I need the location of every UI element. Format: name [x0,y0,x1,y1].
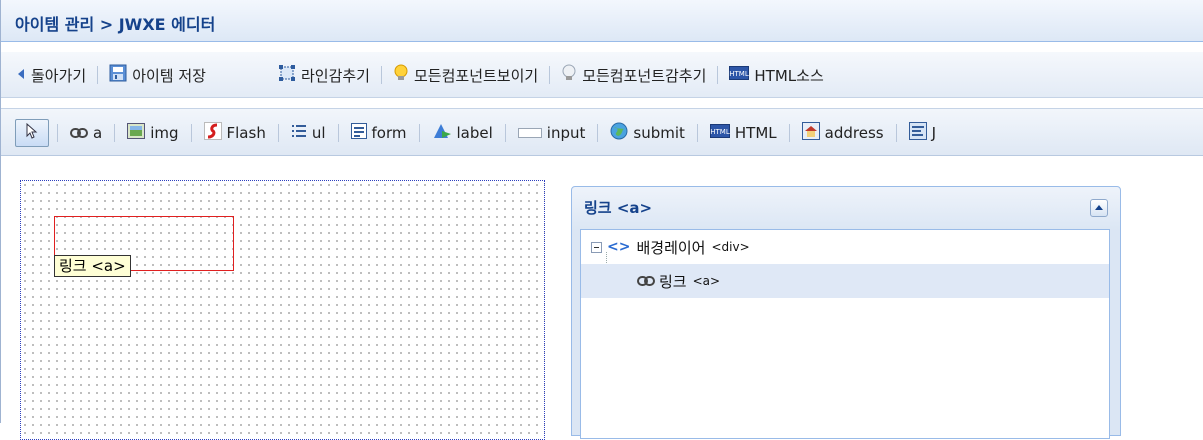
toolbar-separator [696,124,698,142]
label-label: label [456,124,493,142]
flash-icon [203,122,222,144]
toolbar-separator [504,124,506,142]
toolbar-separator [717,66,719,84]
toolbar-separator [788,124,790,142]
toolbar-separator [418,124,420,142]
script-button[interactable]: J [905,119,940,147]
tree-node-link[interactable]: 링크 <a> [581,264,1109,298]
flash-label: Flash [226,124,266,142]
html-source-button[interactable]: HTML HTML소스 [726,63,826,87]
window-title: 아이템 관리 > JWXE 에디터 [15,15,216,34]
html-source-icon: HTML [729,66,750,84]
hide-lines-button[interactable]: 라인감추기 [275,63,373,87]
image-icon [127,123,146,143]
toolbar-separator [895,124,897,142]
svg-text:HTML: HTML [730,70,750,78]
list-icon [291,123,307,143]
address-button[interactable]: address [798,119,888,147]
tree-node-background-layer[interactable]: <> 배경레이어 <div> [581,230,1109,264]
save-item-label: 아이템 저장 [132,66,206,85]
form-icon [350,123,367,143]
hide-lines-label: 라인감추기 [300,66,370,85]
ul-label: ul [311,124,326,142]
toolbar-separator [337,124,339,142]
toolbar-separator [114,124,116,142]
img-label: img [150,124,179,142]
show-all-components-button[interactable]: 모든컴포넌트보이기 [390,63,541,87]
lightbulb-on-icon [393,64,409,86]
toolbar-separator [597,124,599,142]
form-button[interactable]: form [347,119,411,147]
html-source-label: HTML소스 [754,66,824,85]
toolbar-separator [190,124,192,142]
hide-all-components-label: 모든컴포넌트감추기 [582,66,707,85]
show-all-components-label: 모든컴포넌트보이기 [414,66,539,85]
main-toolbar: 돌아가기 아이템 저장 라인감추기 모든컴포넌트보이기 모든컴포넌트감추기 HT… [1,52,1203,98]
title-bar: 아이템 관리 > JWXE 에디터 [1,0,1203,42]
html-icon: HTML [709,124,730,142]
components-toolbar: a img Flash ul form label input submit H… [1,108,1203,156]
element-tree: <> 배경레이어 <div> 링크 <a> [580,229,1110,439]
back-button[interactable]: 돌아가기 [13,63,89,87]
submit-globe-icon [610,122,628,144]
address-label: address [824,124,884,142]
collapse-button[interactable] [1090,199,1108,217]
collapse-node-icon[interactable] [591,241,602,253]
pointer-icon [25,122,39,143]
input-icon [517,124,542,142]
link-a-button[interactable]: a [66,119,106,147]
structure-panel: 링크 <a> <> 배경레이어 <div> 링크 <a> [571,186,1121,439]
save-icon [109,64,127,86]
design-canvas[interactable]: 링크 <a> [20,180,545,440]
flash-button[interactable]: Flash [200,119,270,147]
back-button-label: 돌아가기 [31,66,87,85]
img-button[interactable]: img [123,119,182,147]
toolbar-separator [381,66,382,84]
toolbar-separator [549,66,551,84]
script-label: J [931,124,937,142]
code-brackets-icon: <> [607,239,631,255]
html-label: HTML [734,124,777,142]
tree-node-label: 링크 [659,272,687,291]
link-a-label: a [93,124,103,142]
html-button[interactable]: HTML HTML [706,119,781,147]
script-icon [908,122,927,144]
input-button[interactable]: input [514,119,590,147]
submit-button[interactable]: submit [606,119,689,147]
link-chain-icon [637,272,655,290]
tree-node-label: 배경레이어 [636,238,706,257]
pointer-tool-button[interactable] [15,119,49,147]
tree-node-tag: <a> [692,274,721,288]
editor-window: 아이템 관리 > JWXE 에디터 돌아가기 아이템 저장 라인감추기 모든컴포… [0,0,1203,440]
link-element-tag[interactable]: 링크 <a> [54,255,131,277]
input-label: input [546,124,586,142]
toolbar-separator [57,124,58,142]
back-arrow-icon [16,66,26,84]
toolbar-separator [277,124,279,142]
hide-all-components-button[interactable]: 모든컴포넌트감추기 [558,63,709,87]
toolbar-separator [97,66,99,84]
ul-button[interactable]: ul [287,119,330,147]
submit-label: submit [633,124,685,142]
panel-title: 링크 <a> [584,199,653,217]
label-icon [432,122,452,144]
svg-text:HTML: HTML [710,128,730,136]
form-label: form [371,124,407,142]
link-chain-icon [70,124,88,142]
lightbulb-off-icon [561,64,577,86]
save-item-button[interactable]: 아이템 저장 [106,63,209,87]
label-button[interactable]: label [428,119,497,147]
address-icon [801,122,820,144]
tree-node-tag: <div> [711,240,750,254]
hide-lines-icon [278,64,296,86]
